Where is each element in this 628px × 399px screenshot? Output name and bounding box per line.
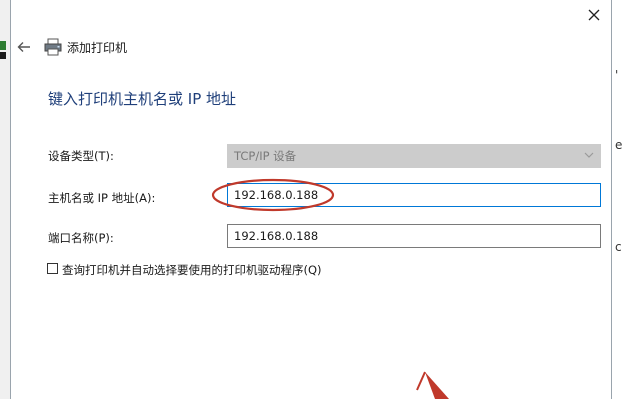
- chevron-down-icon: [584, 152, 594, 158]
- background-text-fragment: e: [615, 138, 623, 152]
- port-name-input[interactable]: 192.168.0.188: [227, 224, 601, 248]
- add-printer-dialog: 添加打印机 键入打印机主机名或 IP 地址 设备类型(T): TCP/IP 设备…: [10, 0, 612, 399]
- auto-driver-label: 查询打印机并自动选择要使用的打印机驱动程序(Q): [62, 263, 322, 277]
- annotation-arrow: [416, 371, 449, 399]
- dialog-title: 添加打印机: [67, 41, 128, 55]
- device-type-label: 设备类型(T):: [48, 149, 114, 163]
- close-icon: [588, 9, 600, 21]
- title-bar: [11, 0, 611, 30]
- back-button[interactable]: [13, 36, 35, 58]
- close-button[interactable]: [579, 2, 609, 28]
- auto-driver-checkbox[interactable]: [47, 263, 58, 274]
- back-arrow-icon: [17, 42, 30, 52]
- device-type-select[interactable]: TCP/IP 设备: [227, 144, 601, 168]
- background-text-fragment: c: [615, 240, 622, 254]
- wizard-nav: 添加打印机: [11, 34, 311, 60]
- background-fragment: [0, 41, 6, 50]
- device-type-value: TCP/IP 设备: [234, 149, 297, 163]
- page-heading: 键入打印机主机名或 IP 地址: [48, 90, 237, 108]
- hostname-label: 主机名或 IP 地址(A):: [48, 191, 156, 205]
- background-fragment: [0, 52, 6, 59]
- annotation-ellipse: [211, 178, 335, 212]
- background-text-fragment: ': [615, 68, 619, 82]
- port-name-label: 端口名称(P):: [48, 231, 114, 245]
- background-window-left: [0, 0, 10, 399]
- background-window-right: ' e c: [612, 0, 628, 399]
- printer-icon: [44, 38, 62, 56]
